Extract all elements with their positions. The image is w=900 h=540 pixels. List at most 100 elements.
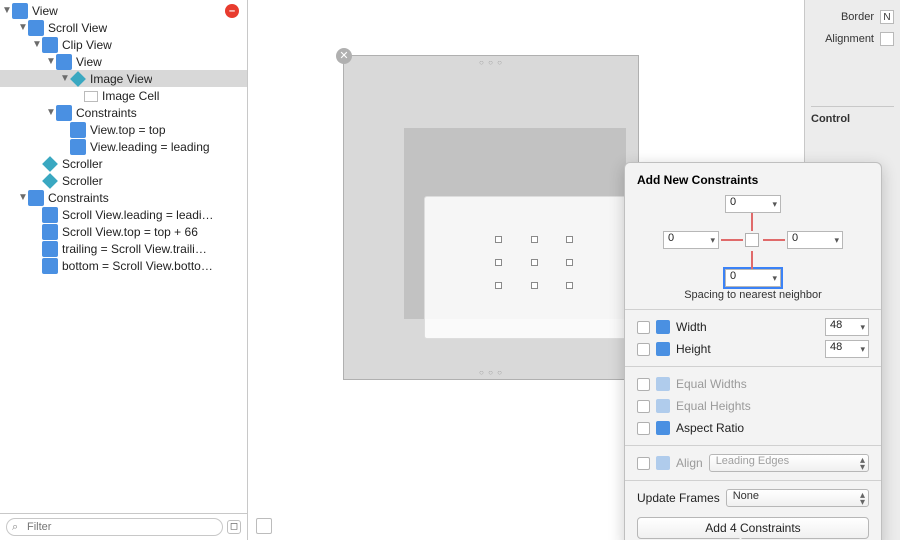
outline-item[interactable]: Scroll View.top = top + 66 <box>0 223 247 240</box>
alignment-segmented[interactable] <box>880 32 894 46</box>
height-checkbox[interactable] <box>637 343 650 356</box>
spacing-right-field[interactable]: 0▾ <box>787 231 843 249</box>
outline-focus-icon[interactable]: ◻ <box>227 520 241 534</box>
spacing-left-field[interactable]: 0▾ <box>663 231 719 249</box>
disclosure-triangle-icon[interactable]: ▼ <box>46 56 56 67</box>
spacing-top-field[interactable]: 0▾ <box>725 195 781 213</box>
outline-root[interactable]: ▼ View – <box>0 2 247 19</box>
outline-item[interactable]: ▼Constraints <box>0 189 247 206</box>
selection-handle-icon[interactable] <box>566 259 573 266</box>
selection-handle-icon[interactable] <box>495 236 502 243</box>
width-label: Width <box>676 320 707 334</box>
disclosure-triangle-icon[interactable]: ▼ <box>2 5 12 16</box>
outline-item[interactable]: ▼ Scroll View <box>0 19 247 36</box>
equal-widths-row: Equal Widths <box>637 373 869 395</box>
align-row: Align Leading Edges▴▾ <box>637 452 869 474</box>
align-checkbox <box>637 457 650 470</box>
canvas-scrollview-frame[interactable]: ✕ ○ ○ ○ ○ ○ ○ <box>343 55 639 380</box>
chevron-down-icon[interactable]: ▾ <box>710 235 715 246</box>
view-icon <box>12 3 28 19</box>
selection-handle-icon[interactable] <box>531 282 538 289</box>
outline-item[interactable]: bottom = Scroll View.botto… <box>0 257 247 274</box>
aspect-ratio-checkbox[interactable] <box>637 422 650 435</box>
outline-item[interactable]: Scroller <box>0 172 247 189</box>
align-select: Leading Edges▴▾ <box>709 454 869 472</box>
inspector-border-label: Border <box>841 11 874 23</box>
scroller-icon <box>42 156 58 172</box>
chevron-down-icon[interactable]: ▾ <box>860 322 865 333</box>
constraints-icon <box>28 190 44 206</box>
outline-item-label: Scroll View.top = top + 66 <box>62 225 198 239</box>
outline-item-label: Constraints <box>76 106 137 120</box>
aspect-ratio-label: Aspect Ratio <box>676 421 744 435</box>
view-icon <box>56 54 72 70</box>
cell-icon <box>84 91 98 102</box>
outline-item-label: Scroller <box>62 157 103 171</box>
outline-item[interactable]: View.top = top <box>0 121 247 138</box>
disclosure-triangle-icon[interactable]: ▼ <box>60 73 70 84</box>
outline-item-label: Scroll View <box>48 21 107 35</box>
selection-handle-icon[interactable] <box>566 236 573 243</box>
outline-filter-input[interactable] <box>6 518 223 536</box>
equal-widths-label: Equal Widths <box>676 377 747 391</box>
strut-right-icon[interactable] <box>763 239 785 241</box>
chevron-down-icon[interactable]: ▾ <box>834 235 839 246</box>
add-constraints-button[interactable]: Add 4 Constraints <box>637 517 869 539</box>
outline-item[interactable]: View.leading = leading <box>0 138 247 155</box>
constraint-vertical-icon <box>70 122 86 138</box>
outline-item[interactable]: ▼Image View <box>0 70 247 87</box>
inspector-alignment-label: Alignment <box>825 33 874 45</box>
chevron-down-icon[interactable]: ▾ <box>772 273 777 284</box>
update-frames-select[interactable]: None▴▾ <box>726 489 869 507</box>
selection-handle-icon[interactable] <box>495 282 502 289</box>
scroller-icon <box>42 173 58 189</box>
toggle-outline-icon[interactable] <box>256 518 272 534</box>
disclosure-triangle-icon[interactable]: ▼ <box>32 39 42 50</box>
width-checkbox[interactable] <box>637 321 650 334</box>
equal-heights-row: Equal Heights <box>637 395 869 417</box>
view-icon <box>28 20 44 36</box>
outline-item[interactable]: Image Cell <box>0 87 247 104</box>
outline-tree[interactable]: ▼ View – ▼Scroll View▼Clip View▼View▼Ima… <box>0 0 247 513</box>
resize-handle-top-icon[interactable]: ○ ○ ○ <box>479 58 503 67</box>
strut-left-icon[interactable] <box>721 239 743 241</box>
conflict-badge-icon[interactable]: – <box>225 4 239 18</box>
disclosure-triangle-icon[interactable]: ▼ <box>18 192 28 203</box>
constraint-horizontal-icon <box>42 241 58 257</box>
spacing-cross: 0▾ 0▾ 0▾ 0▾ <box>663 195 843 287</box>
outline-item[interactable]: ▼Clip View <box>0 36 247 53</box>
selection-handle-icon[interactable] <box>531 259 538 266</box>
chevron-down-icon[interactable]: ▾ <box>772 199 777 210</box>
chevron-down-icon[interactable]: ▾ <box>860 344 865 355</box>
align-icon <box>656 456 670 470</box>
align-label: Align <box>676 456 703 470</box>
outline-item[interactable]: ▼ Constraints <box>0 104 247 121</box>
disclosure-triangle-icon[interactable]: ▼ <box>46 107 56 118</box>
height-field[interactable]: 48▾ <box>825 340 869 358</box>
canvas-clip-view[interactable] <box>404 128 626 319</box>
selection-handle-icon[interactable] <box>566 282 573 289</box>
disclosure-triangle-icon[interactable]: ▼ <box>18 22 28 33</box>
canvas-image-view-selected[interactable] <box>424 196 646 339</box>
outline-root-label: View <box>32 4 58 18</box>
width-field[interactable]: 48▾ <box>825 318 869 336</box>
outline-item-label: Scroll View.leading = leadi… <box>62 208 214 222</box>
selection-handle-icon[interactable] <box>495 259 502 266</box>
add-constraints-popover: Add New Constraints 0▾ 0▾ 0▾ 0▾ Spacing … <box>624 162 882 540</box>
outline-item-label: View.top = top <box>90 123 166 137</box>
inspector-alignment-row: Alignment <box>811 28 894 50</box>
view-icon <box>42 37 58 53</box>
outline-item[interactable]: ▼View <box>0 53 247 70</box>
outline-item[interactable]: Scroll View.leading = leadi… <box>0 206 247 223</box>
outline-item[interactable]: trailing = Scroll View.traili… <box>0 240 247 257</box>
inspector-control-section: Control <box>811 106 894 125</box>
outline-item[interactable]: Scroller <box>0 155 247 172</box>
close-icon[interactable]: ✕ <box>336 48 352 64</box>
resize-handle-bottom-icon[interactable]: ○ ○ ○ <box>479 368 503 377</box>
outline-item-label: trailing = Scroll View.traili… <box>62 242 207 256</box>
strut-top-icon[interactable] <box>751 213 753 231</box>
border-style-well[interactable]: N <box>880 10 894 24</box>
spacing-bottom-field[interactable]: 0▾ <box>725 269 781 287</box>
selection-handle-icon[interactable] <box>531 236 538 243</box>
strut-bottom-icon[interactable] <box>751 251 753 269</box>
